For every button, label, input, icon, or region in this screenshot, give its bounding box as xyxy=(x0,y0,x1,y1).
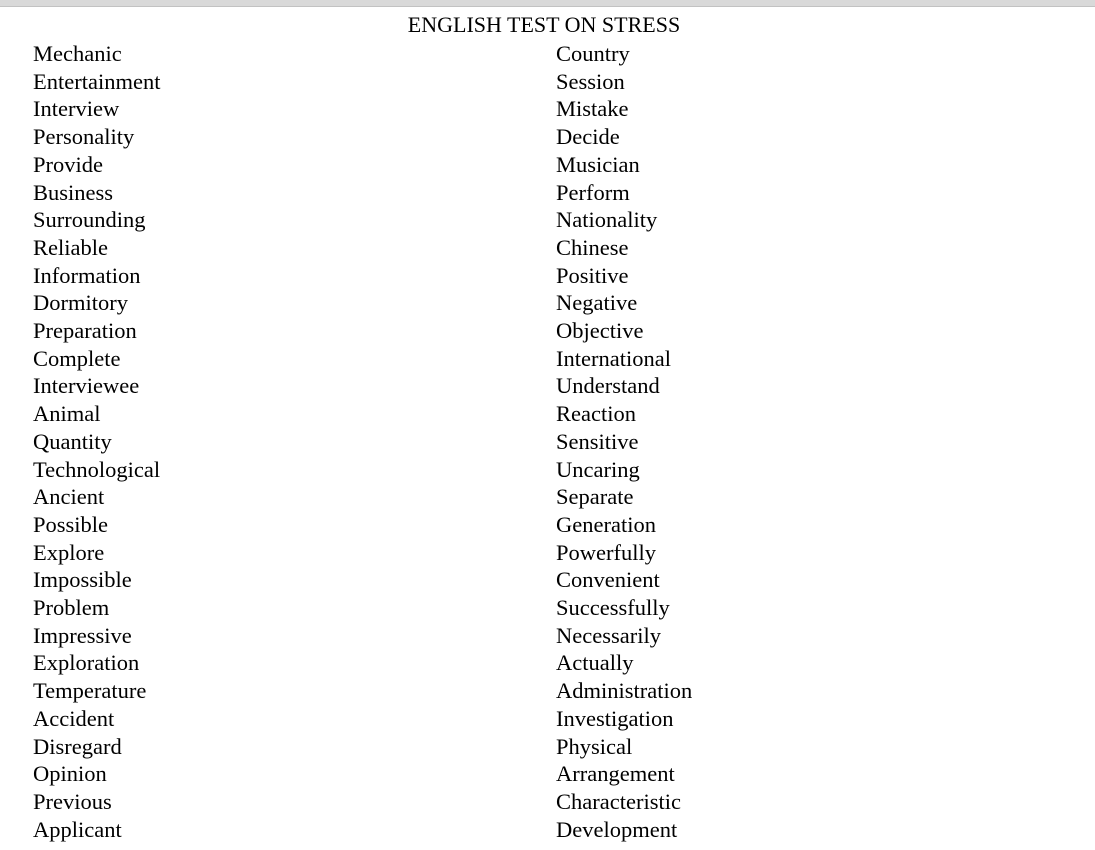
left-word-list: Mechanic Entertainment Interview Personalit… xyxy=(21,40,544,843)
table-body-row: Mechanic Entertainment Interview Personalit… xyxy=(21,38,1067,850)
word-item: Decide xyxy=(556,124,620,150)
word-item: Separate xyxy=(556,484,634,510)
word-item: Perform xyxy=(556,179,630,205)
word-item: Mechanic xyxy=(33,41,122,66)
word-item: Physical xyxy=(556,733,633,759)
word-item: Powerfully xyxy=(556,539,656,565)
word-item: Understand xyxy=(556,373,660,399)
word-item: Nationality xyxy=(556,207,658,233)
word-item: Ancient xyxy=(33,484,105,510)
word-item: Administration xyxy=(556,678,693,704)
word-item: Exploration xyxy=(33,650,140,676)
word-item: Impossible xyxy=(33,567,132,593)
word-item: Sensitive xyxy=(556,428,639,454)
word-table: ENGLISH TEST ON STRESS Mechanic Entertain… xyxy=(21,11,1067,850)
word-item: Interview xyxy=(33,96,120,122)
word-item: Possible xyxy=(33,511,109,537)
word-item: Business xyxy=(33,179,114,205)
word-item: Session xyxy=(556,68,625,94)
word-item: Reaction xyxy=(556,401,636,427)
word-item: Previous xyxy=(33,788,112,814)
word-item: Temperature xyxy=(33,678,147,704)
word-item: Negative xyxy=(556,290,638,316)
word-item: Technological xyxy=(33,456,161,482)
word-item: Preparation xyxy=(33,318,137,344)
word-item: Opinion xyxy=(33,761,107,787)
word-item: Investigation xyxy=(556,705,674,731)
word-item: Dormitory xyxy=(33,290,128,316)
right-word-list: Country Session Mistake Decide Musician Perfo… xyxy=(544,40,1067,843)
word-item: Surrounding xyxy=(33,207,146,233)
word-item: International xyxy=(556,345,671,371)
word-item: Objective xyxy=(556,318,644,344)
document-page: ENGLISH TEST ON STRESS Mechanic Entertain… xyxy=(0,7,1095,850)
right-column-cell: Country Session Mistake Decide Musician Perfo… xyxy=(544,38,1067,850)
word-item: Entertainment xyxy=(33,68,161,94)
word-item: Complete xyxy=(33,345,121,371)
word-item: Animal xyxy=(33,401,101,427)
word-item: Chinese xyxy=(556,234,629,260)
word-item: Accident xyxy=(33,705,115,731)
word-item: Uncaring xyxy=(556,456,640,482)
left-column-cell: Mechanic Entertainment Interview Personalit… xyxy=(21,38,544,850)
word-item: Disregard xyxy=(33,733,122,759)
word-item: Impressive xyxy=(33,622,132,648)
word-item: Information xyxy=(33,262,141,288)
word-item: Musician xyxy=(556,151,640,177)
word-item: Problem xyxy=(33,595,110,621)
word-item: Quantity xyxy=(33,428,112,454)
word-item: Reliable xyxy=(33,234,108,260)
word-item: Actually xyxy=(556,650,634,676)
word-item: Applicant xyxy=(33,816,122,842)
word-item: Generation xyxy=(556,511,656,537)
word-item: Necessarily xyxy=(556,622,661,648)
word-item: Mistake xyxy=(556,96,629,122)
word-item: Characteristic xyxy=(556,788,681,814)
word-item: Interviewee xyxy=(33,373,140,399)
word-item: Positive xyxy=(556,262,629,288)
word-item: Convenient xyxy=(556,567,660,593)
word-item: Development xyxy=(556,816,678,842)
table-header-row: ENGLISH TEST ON STRESS xyxy=(21,11,1067,38)
page-title: ENGLISH TEST ON STRESS xyxy=(407,12,681,37)
word-item: Country xyxy=(556,41,630,66)
word-item: Arrangement xyxy=(556,761,675,787)
word-item: Personality xyxy=(33,124,135,150)
word-item: Provide xyxy=(33,151,103,177)
window-chrome-strip xyxy=(0,0,1095,7)
word-item: Explore xyxy=(33,539,105,565)
word-item: Successfully xyxy=(556,595,670,621)
